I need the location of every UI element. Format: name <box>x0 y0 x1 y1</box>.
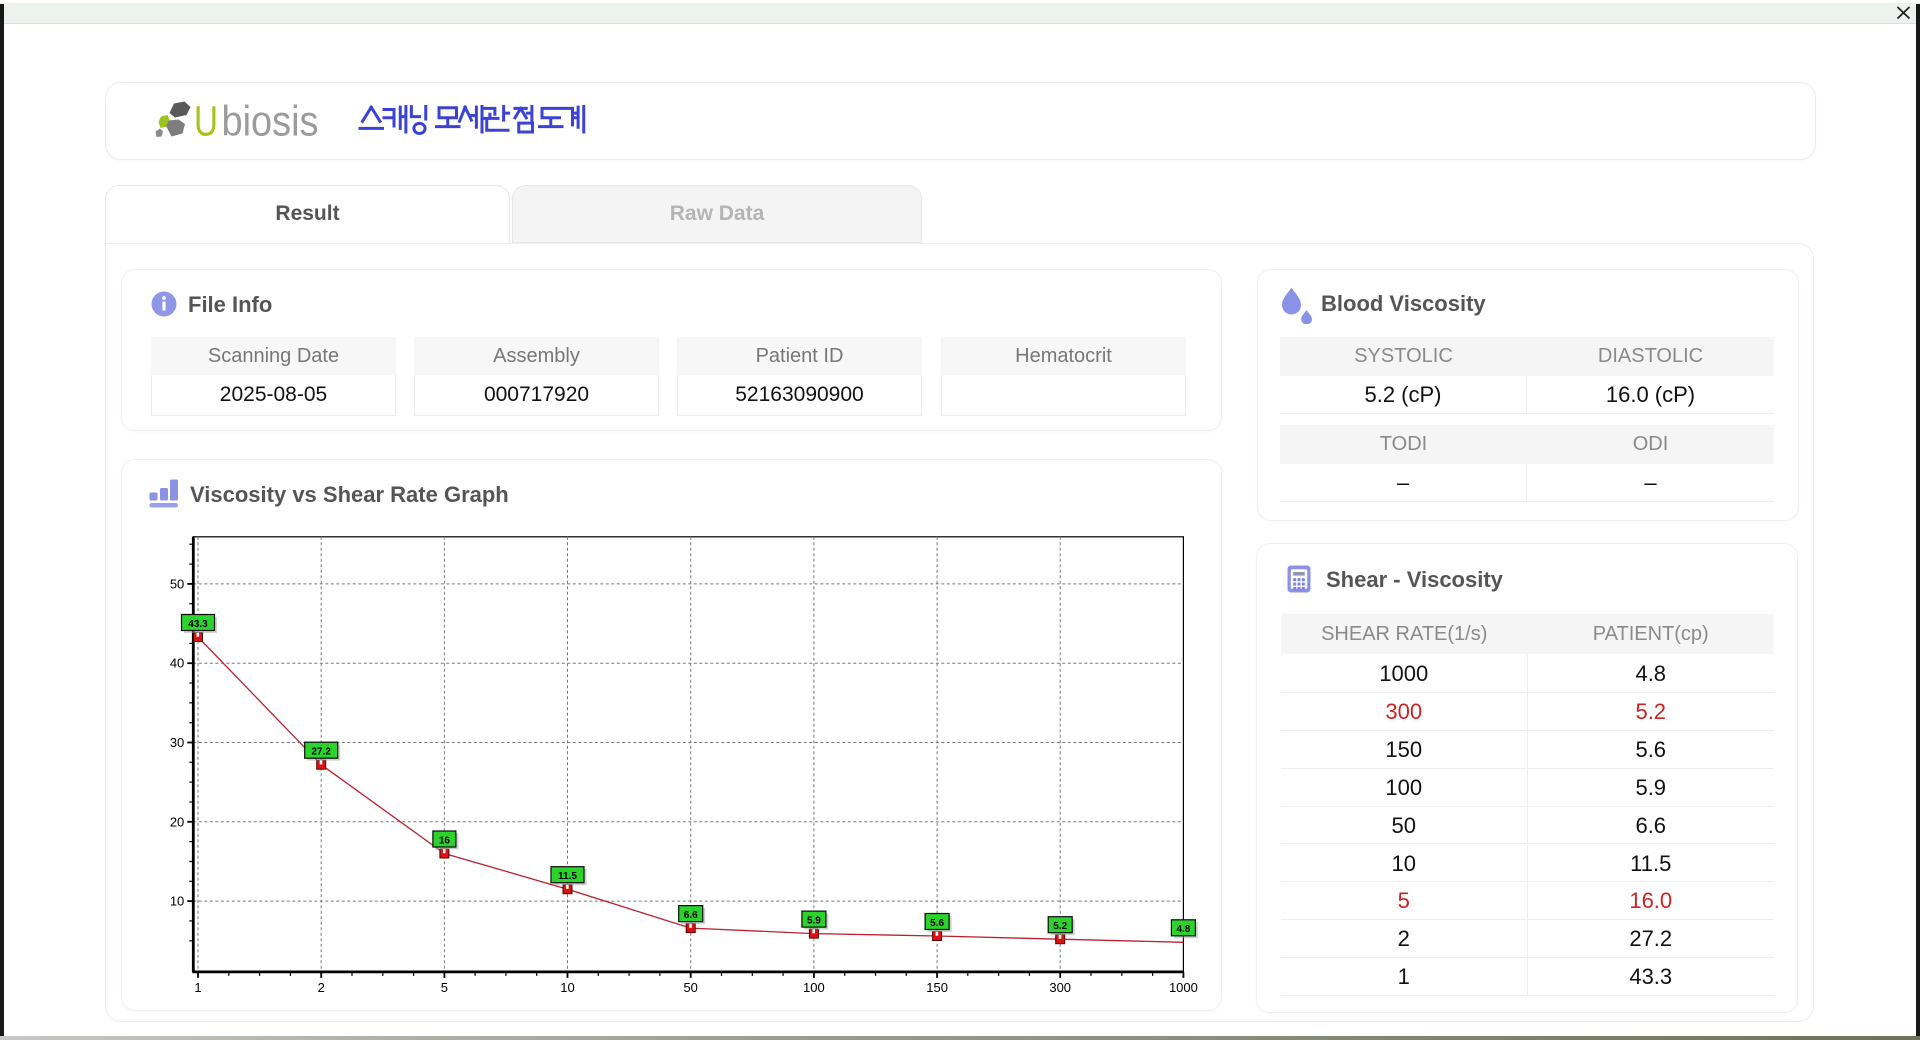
svg-text:5.6: 5.6 <box>930 918 944 929</box>
svg-text:1000: 1000 <box>1169 980 1198 995</box>
svg-text:2: 2 <box>318 980 325 995</box>
svg-text:U: U <box>194 98 218 146</box>
svg-text:4.8: 4.8 <box>1176 924 1190 935</box>
svg-text:10: 10 <box>170 894 184 909</box>
svg-text:100: 100 <box>803 980 825 995</box>
svg-text:300: 300 <box>1049 980 1071 995</box>
svg-text:16: 16 <box>439 835 451 846</box>
svg-text:10: 10 <box>560 980 574 995</box>
svg-text:40: 40 <box>170 656 184 671</box>
svg-text:11.5: 11.5 <box>558 871 577 882</box>
svg-text:20: 20 <box>170 814 184 829</box>
svg-text:43.3: 43.3 <box>188 619 208 630</box>
svg-text:150: 150 <box>926 980 948 995</box>
svg-text:5.2: 5.2 <box>1053 921 1067 932</box>
svg-text:30: 30 <box>170 735 184 750</box>
svg-text:50: 50 <box>170 576 184 591</box>
svg-text:1: 1 <box>194 980 201 995</box>
svg-text:5.9: 5.9 <box>807 915 821 926</box>
svg-text:50: 50 <box>683 980 697 995</box>
svg-text:27.2: 27.2 <box>311 747 331 758</box>
svg-text:biosis: biosis <box>222 98 319 146</box>
svg-text:6.6: 6.6 <box>684 910 698 921</box>
svg-text:5: 5 <box>441 980 448 995</box>
